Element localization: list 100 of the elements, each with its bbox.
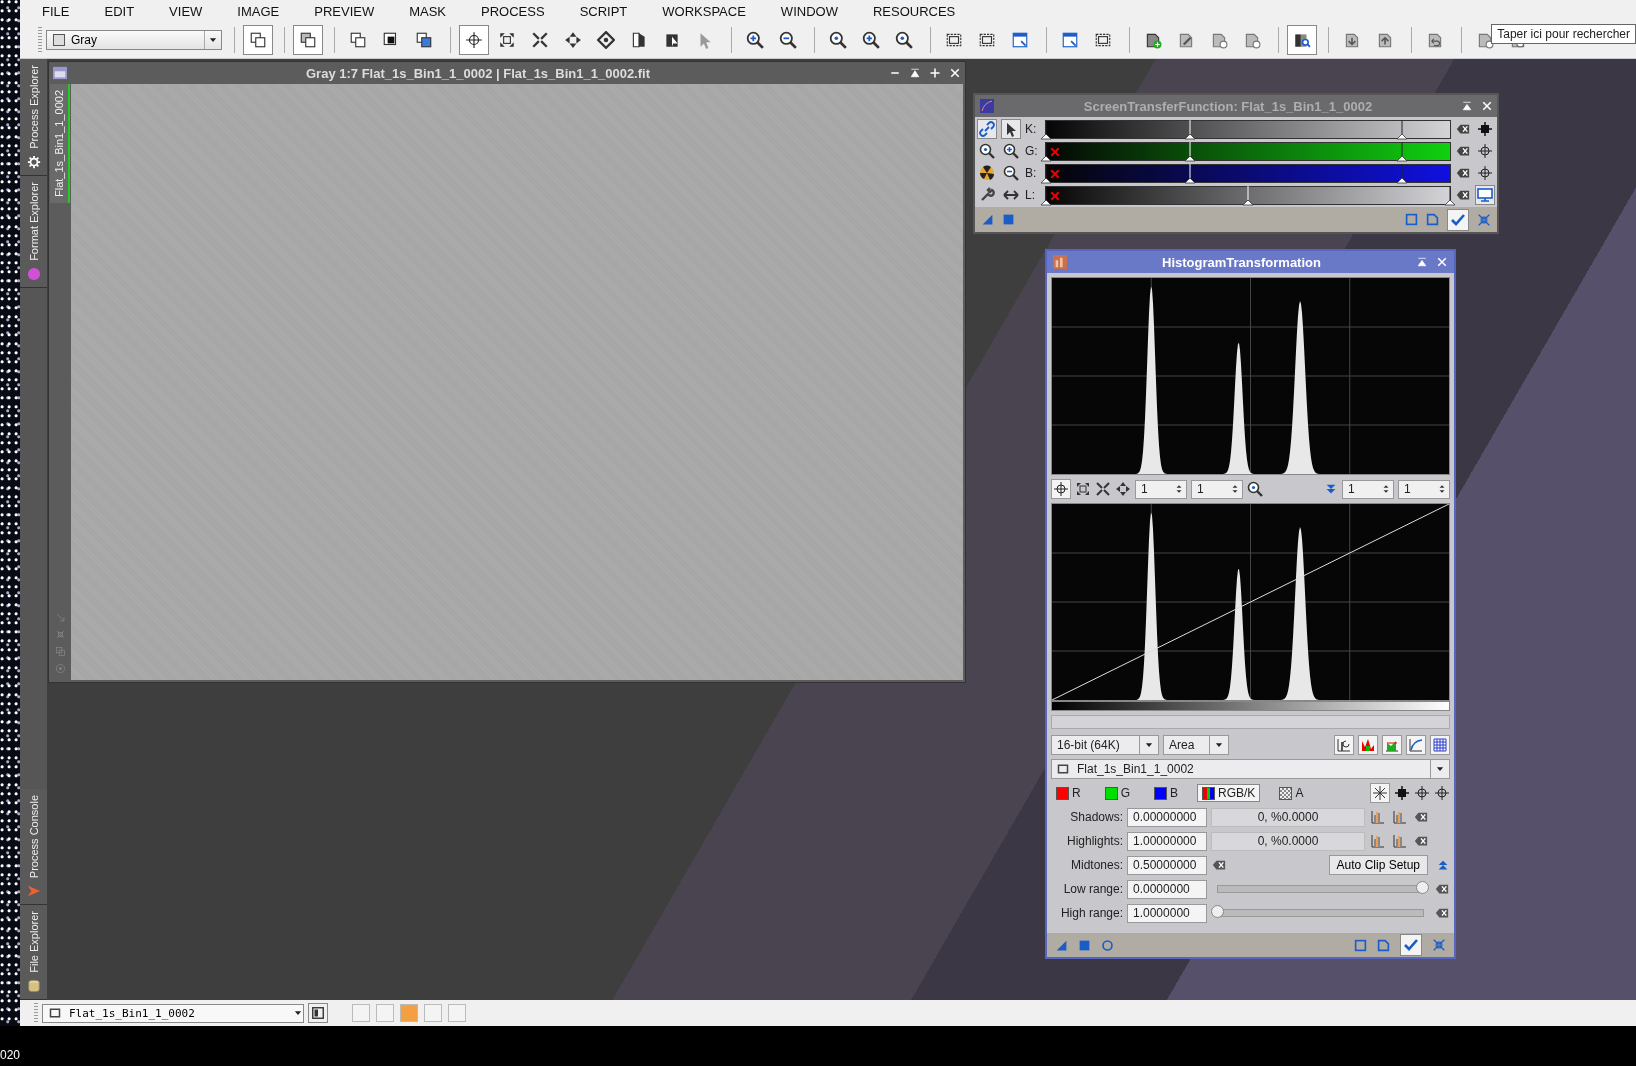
collapse-icon[interactable] (1416, 256, 1428, 268)
crosshair-icon[interactable] (1477, 143, 1493, 159)
close-icon[interactable] (949, 67, 961, 79)
dock-tab[interactable]: Process Explorer (20, 59, 47, 176)
menu-item[interactable]: PROCESS (481, 3, 564, 19)
checkmark-icon[interactable] (1403, 937, 1419, 953)
wrench-icon[interactable] (979, 187, 995, 203)
slider-handle[interactable] (1396, 119, 1409, 140)
zoom-out-icon[interactable] (1003, 165, 1019, 181)
crosshair-icon[interactable] (1434, 785, 1450, 801)
clear-icon[interactable] (1455, 188, 1471, 202)
triangle-icon[interactable] (981, 213, 994, 226)
close-icon[interactable] (1436, 256, 1448, 268)
crosshair-square-icon[interactable] (1394, 785, 1410, 801)
square-outline-icon[interactable] (1354, 938, 1367, 952)
clear-icon[interactable] (1455, 122, 1471, 136)
clear-icon[interactable] (1434, 906, 1450, 920)
curve-icon[interactable] (979, 98, 995, 114)
document-icon[interactable] (1426, 213, 1439, 226)
color-swatch[interactable] (400, 1004, 418, 1022)
toolbar-button[interactable] (459, 25, 489, 55)
value-field[interactable]: 0.50000000 (1127, 855, 1207, 875)
value-field[interactable]: 0.00000000 (1127, 807, 1207, 827)
channel-selector[interactable]: A (1274, 784, 1309, 802)
close-icon[interactable] (1481, 100, 1493, 112)
menu-item[interactable]: FILE (42, 3, 89, 19)
plus-icon[interactable] (929, 67, 941, 79)
color-swatch[interactable] (448, 1004, 466, 1022)
channel-selector[interactable]: R (1051, 784, 1086, 802)
clear-icon[interactable] (1211, 858, 1227, 872)
menu-item[interactable]: RESOURCES (872, 3, 975, 19)
number-field[interactable]: 1 (1135, 479, 1187, 499)
view-tab[interactable]: Flat_1s_Bin1_1_0002 (50, 84, 70, 204)
radiation-icon[interactable] (979, 165, 995, 181)
dock-tab[interactable]: File Explorer (20, 905, 47, 1000)
compress-icon[interactable] (1477, 212, 1491, 227)
shrink-icon[interactable] (1095, 481, 1111, 497)
bit-depth-dropdown[interactable]: 16-bit (64K) (1051, 735, 1159, 755)
dock-tab[interactable]: Format Explorer (20, 175, 47, 288)
value-field[interactable]: 1.0000000 (1127, 903, 1207, 923)
color-swatch[interactable] (352, 1004, 370, 1022)
crosshair-icon[interactable] (1053, 481, 1069, 497)
number-field[interactable]: 1 (1398, 479, 1450, 499)
document-icon[interactable] (1377, 938, 1390, 952)
four-arrows-icon[interactable] (1115, 481, 1131, 497)
slider-handle[interactable] (1040, 119, 1052, 140)
view-dropdown[interactable]: Gray (46, 30, 222, 50)
menu-item[interactable]: VIEW (169, 3, 222, 19)
view-dropdown[interactable]: Flat_1s_Bin1_1_0002 (1051, 759, 1450, 779)
zoom-in-icon[interactable] (1003, 143, 1019, 159)
collapse-icon[interactable] (909, 67, 921, 79)
double-caret-icon[interactable] (1436, 858, 1450, 872)
toolbar-button[interactable] (243, 25, 273, 55)
menu-item[interactable]: PREVIEW (314, 3, 394, 19)
crosshair-icon[interactable] (1414, 785, 1430, 801)
window-icon[interactable] (311, 1006, 325, 1020)
zoom-icon[interactable] (979, 143, 995, 159)
channel-selector[interactable]: G (1099, 784, 1135, 802)
color-swatch[interactable] (376, 1004, 394, 1022)
slider-handle[interactable] (1184, 119, 1197, 140)
double-caret-icon[interactable] (1324, 482, 1338, 496)
histogram-reset-icon[interactable] (1336, 737, 1352, 753)
value-field[interactable]: 0.0000000 (1127, 879, 1207, 899)
clear-icon[interactable] (1455, 144, 1471, 158)
channel-selector[interactable]: RGB/K (1197, 784, 1261, 802)
clear-icon[interactable] (1455, 166, 1471, 180)
toolbar-button[interactable] (293, 25, 323, 55)
link-icon[interactable] (979, 121, 995, 137)
number-field[interactable]: 1 (1342, 479, 1394, 499)
menu-item[interactable]: WINDOW (780, 3, 857, 19)
clear-icon[interactable] (1413, 810, 1429, 824)
menu-item[interactable]: MASK (409, 3, 466, 19)
square-icon[interactable] (1078, 938, 1091, 952)
clear-icon[interactable] (1413, 834, 1429, 848)
grid-icon[interactable] (1432, 737, 1448, 753)
expand-icon[interactable] (1075, 481, 1091, 497)
menu-item[interactable]: WORKSPACE (662, 3, 765, 19)
view-dropdown[interactable]: Flat_1s_Bin1_1_0002 (42, 1003, 304, 1023)
dock-tab[interactable]: Process Console (20, 789, 47, 906)
menu-item[interactable]: IMAGE (237, 3, 299, 19)
star-burst-icon[interactable] (1372, 785, 1388, 801)
value-field[interactable]: 1.00000000 (1127, 831, 1207, 851)
compress-icon[interactable] (1432, 938, 1446, 952)
histogram-drawing[interactable] (1052, 278, 1449, 474)
zoom-icon[interactable] (1247, 481, 1263, 497)
toolbar-button[interactable] (1287, 25, 1317, 55)
crosshair-icon[interactable] (1477, 165, 1493, 181)
auto-clip-setup-button[interactable]: Auto Clip Setup (1328, 855, 1428, 875)
monitor-icon[interactable] (1477, 187, 1493, 203)
menu-item[interactable]: EDIT (104, 3, 154, 19)
channel-selector[interactable]: B (1149, 784, 1184, 802)
number-field[interactable]: 1 (1191, 479, 1243, 499)
crosshair-square-icon[interactable] (1477, 121, 1493, 137)
square-outline-icon[interactable] (1405, 213, 1418, 226)
color-swatch[interactable] (424, 1004, 442, 1022)
slider-thumb[interactable] (1416, 881, 1429, 894)
slider-thumb[interactable] (1211, 905, 1224, 918)
square-icon[interactable] (1002, 213, 1015, 226)
curve-icon[interactable] (1408, 737, 1424, 753)
circle-outline-icon[interactable] (1101, 938, 1114, 952)
